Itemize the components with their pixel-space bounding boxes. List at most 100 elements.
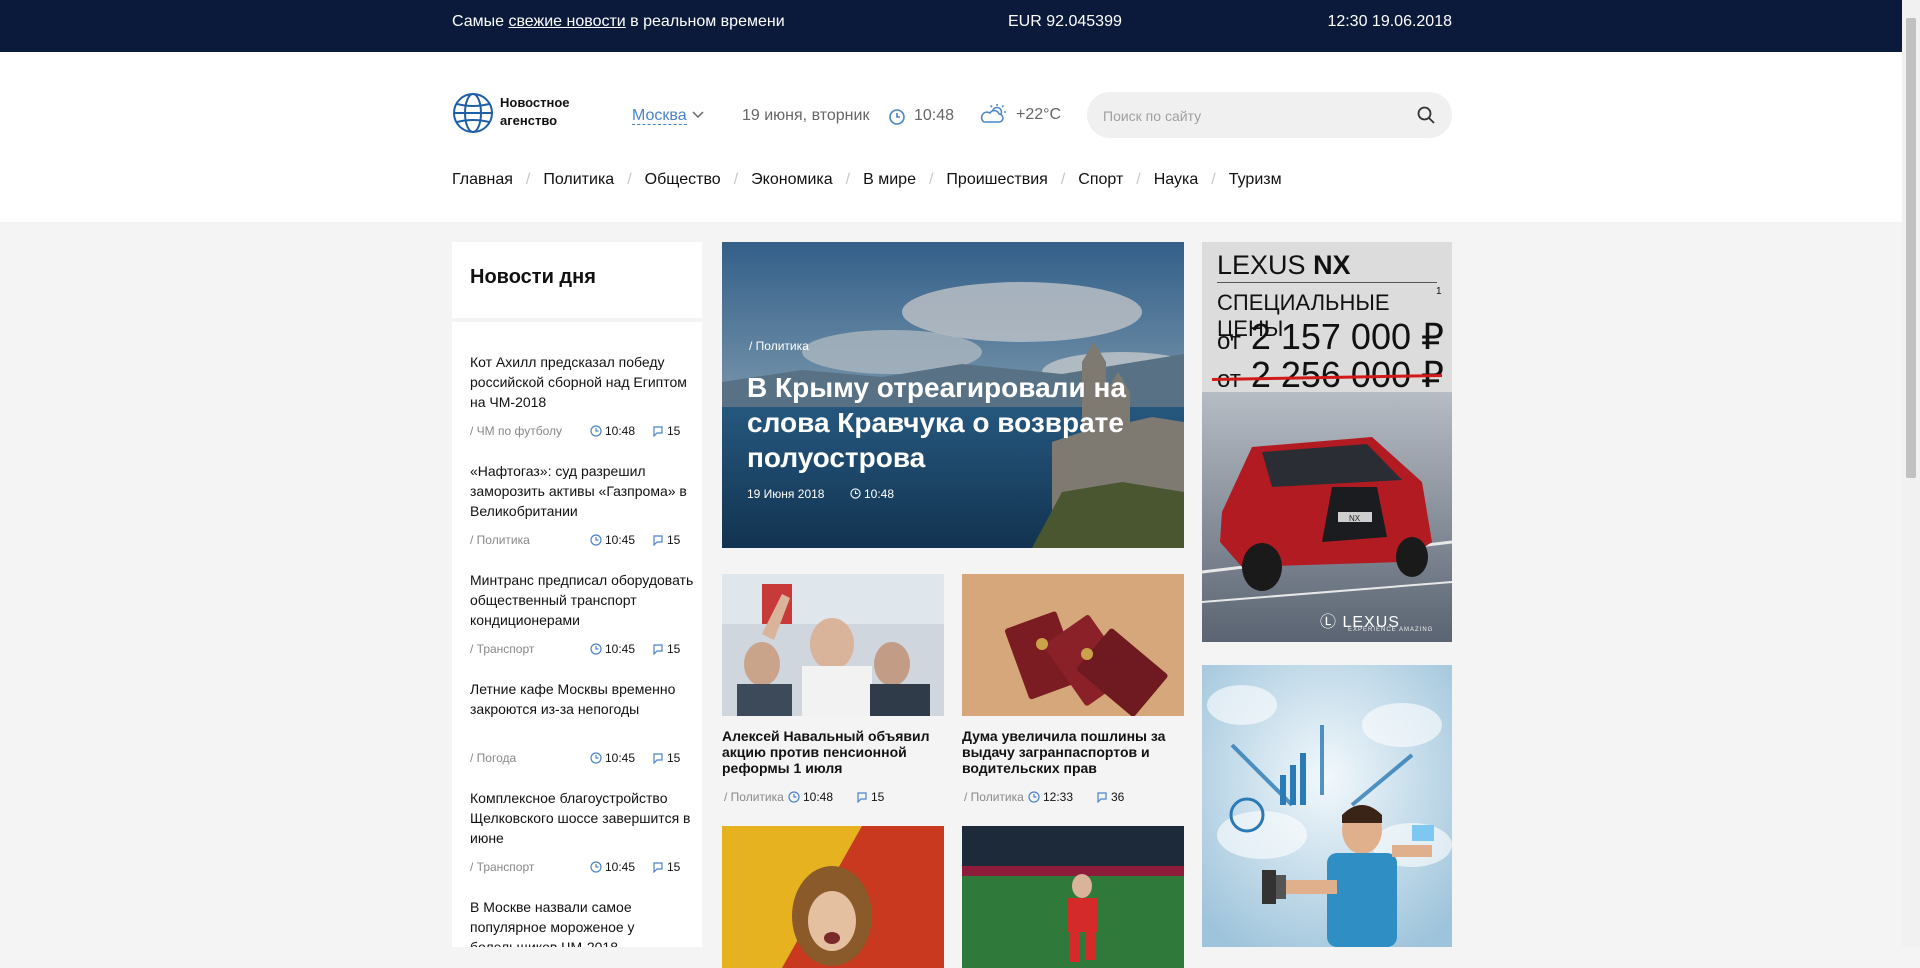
ad-model: NX xyxy=(1313,250,1351,280)
comment-icon xyxy=(653,426,663,437)
nav-separator: / xyxy=(1211,171,1216,188)
clock-icon xyxy=(889,109,905,125)
nav-item-economy[interactable]: Экономика xyxy=(751,171,833,189)
price-prefix: от xyxy=(1217,328,1241,355)
logo-line-2: агенство xyxy=(500,113,558,128)
nav-item-sport[interactable]: Спорт xyxy=(1078,171,1123,189)
comments-count: 15 xyxy=(667,751,681,765)
card-image[interactable] xyxy=(962,574,1184,716)
ad-slogan: EXPERIENCE AMAZING xyxy=(1348,627,1434,633)
search-box xyxy=(1087,92,1452,138)
time-value: 10:48 xyxy=(605,424,636,438)
current-date: 19 июня, вторник xyxy=(742,107,870,124)
news-meta: / Политика 10:45 15 xyxy=(470,533,695,547)
news-of-the-day: Новости дня Кот Ахилл предсказал победу … xyxy=(452,242,702,947)
card-category[interactable]: / Политика xyxy=(964,790,1024,804)
car-image: NX xyxy=(1202,392,1452,642)
hero-title[interactable]: В Крыму отреагировали на слова Кравчука … xyxy=(747,370,1127,475)
city-label: Москва xyxy=(632,107,687,125)
news-item[interactable]: Минтранс предписал оборудовать обществен… xyxy=(470,570,695,656)
news-item[interactable]: Летние кафе Москвы временно закроются из… xyxy=(470,679,695,765)
time-value: 12:33 xyxy=(1043,790,1074,804)
site-header: Новостное агенство Москва 19 июня, вторни… xyxy=(0,52,1902,222)
news-category[interactable]: / ЧМ по футболу xyxy=(470,424,562,438)
nav-separator: / xyxy=(845,171,851,188)
card-meta: / Политика 12:33 36 xyxy=(962,790,1184,804)
ad-price-new: от 2 157 000 ₽ xyxy=(1217,316,1444,358)
vertical-scrollbar[interactable] xyxy=(1902,0,1920,947)
card-category[interactable]: / Политика xyxy=(724,790,784,804)
nav-item-world[interactable]: В мире xyxy=(863,171,916,189)
nav-item-politics[interactable]: Политика xyxy=(543,171,614,189)
search-icon[interactable] xyxy=(1416,105,1436,125)
city-selector[interactable]: Москва xyxy=(632,107,704,125)
card-image[interactable] xyxy=(722,574,944,716)
news-title[interactable]: Комплексное благоустройство Щелковского … xyxy=(470,788,695,848)
news-category[interactable]: / Транспорт xyxy=(470,642,534,656)
tagline-prefix: Самые xyxy=(452,13,509,30)
news-title[interactable]: Минтранс предписал оборудовать обществен… xyxy=(470,570,695,630)
news-title[interactable]: Летние кафе Москвы временно закроются из… xyxy=(470,679,695,719)
nav-item-main[interactable]: Главная xyxy=(452,171,513,189)
comment-icon xyxy=(653,753,663,764)
clock-icon xyxy=(590,534,602,546)
time-value: 10:48 xyxy=(864,487,895,501)
currency-rate: EUR 92.045399 xyxy=(1008,13,1122,30)
news-item[interactable]: В Москве назвали самое популярное мороже… xyxy=(470,897,695,947)
news-title[interactable]: В Москве назвали самое популярное мороже… xyxy=(470,897,695,947)
clock-icon xyxy=(788,791,800,803)
nav-item-incidents[interactable]: Проишествия xyxy=(946,171,1047,189)
search-input[interactable] xyxy=(1101,104,1405,128)
logo-text: Новостное агенство xyxy=(500,94,600,130)
comment-icon xyxy=(1097,792,1107,803)
clock-icon xyxy=(590,643,602,655)
fitness-ad[interactable] xyxy=(1202,665,1452,947)
time-value: 10:45 xyxy=(605,642,636,656)
news-meta: / Транспорт 10:45 15 xyxy=(470,860,695,874)
tagline: Самые свежие новости в реальном времени xyxy=(452,13,785,31)
scrollbar-thumb[interactable] xyxy=(1906,18,1916,478)
lexus-ad[interactable]: LEXUS NX СПЕЦИАЛЬНЫЕ ЦЕНЫ 1 от 2 157 000… xyxy=(1202,242,1452,642)
news-title[interactable]: «Нафтогаз»: суд разрешил заморозить акти… xyxy=(470,461,695,521)
tagline-suffix: в реальном времени xyxy=(625,13,785,30)
news-category[interactable]: / Транспорт xyxy=(470,860,534,874)
news-card[interactable]: Алексей Навальный объявил акцию против п… xyxy=(722,574,944,804)
partly-cloudy-icon xyxy=(980,104,1006,123)
comments-count: 15 xyxy=(667,424,681,438)
time-value: 10:48 xyxy=(803,790,834,804)
passports-photo xyxy=(962,574,1184,716)
nav-item-society[interactable]: Общество xyxy=(645,171,721,189)
clock-icon xyxy=(590,752,602,764)
clock-icon xyxy=(850,488,861,499)
nav-separator: / xyxy=(733,171,739,188)
news-item[interactable]: «Нафтогаз»: суд разрешил заморозить акти… xyxy=(470,461,695,547)
card-meta: / Политика 10:48 15 xyxy=(722,790,944,804)
hero-category[interactable]: / Политика xyxy=(749,339,809,353)
news-category[interactable]: / Политика xyxy=(470,533,530,547)
news-card[interactable]: Дума увеличила пошлины за выдачу загранп… xyxy=(962,574,1184,804)
card-title[interactable]: Алексей Навальный объявил акцию против п… xyxy=(722,728,944,776)
card-title[interactable]: Дума увеличила пошлины за выдачу загранп… xyxy=(962,728,1184,776)
hero-story[interactable]: / Политика В Крыму отреагировали на слов… xyxy=(722,242,1184,548)
nav-separator: / xyxy=(928,171,934,188)
weather: +22°C xyxy=(980,103,1061,130)
logo-line-1: Новостное xyxy=(500,95,570,110)
fresh-news-link[interactable]: свежие новости xyxy=(508,13,625,30)
nav-separator: / xyxy=(525,171,531,188)
site-logo[interactable]: Новостное агенство xyxy=(452,92,592,134)
time-value: 10:45 xyxy=(605,533,636,547)
news-category[interactable]: / Погода xyxy=(470,751,516,765)
ad-footnote: 1 xyxy=(1436,286,1442,297)
news-item[interactable]: Кот Ахилл предсказал победу российской с… xyxy=(470,352,695,438)
news-item[interactable]: Комплексное благоустройство Щелковского … xyxy=(470,788,695,874)
plate-text: NX xyxy=(1349,514,1361,523)
fitness-ad-image xyxy=(1202,665,1452,947)
nav-item-science[interactable]: Наука xyxy=(1154,171,1199,189)
nav-item-tourism[interactable]: Туризм xyxy=(1229,171,1282,189)
clock-icon xyxy=(590,861,602,873)
comments-count: 15 xyxy=(667,533,681,547)
news-title[interactable]: Кот Ахилл предсказал победу российской с… xyxy=(470,352,695,412)
ad-brand: LEXUS NX xyxy=(1217,250,1351,281)
main-nav: Главная / Политика / Общество / Экономик… xyxy=(452,168,1282,192)
protest-photo xyxy=(722,574,944,716)
